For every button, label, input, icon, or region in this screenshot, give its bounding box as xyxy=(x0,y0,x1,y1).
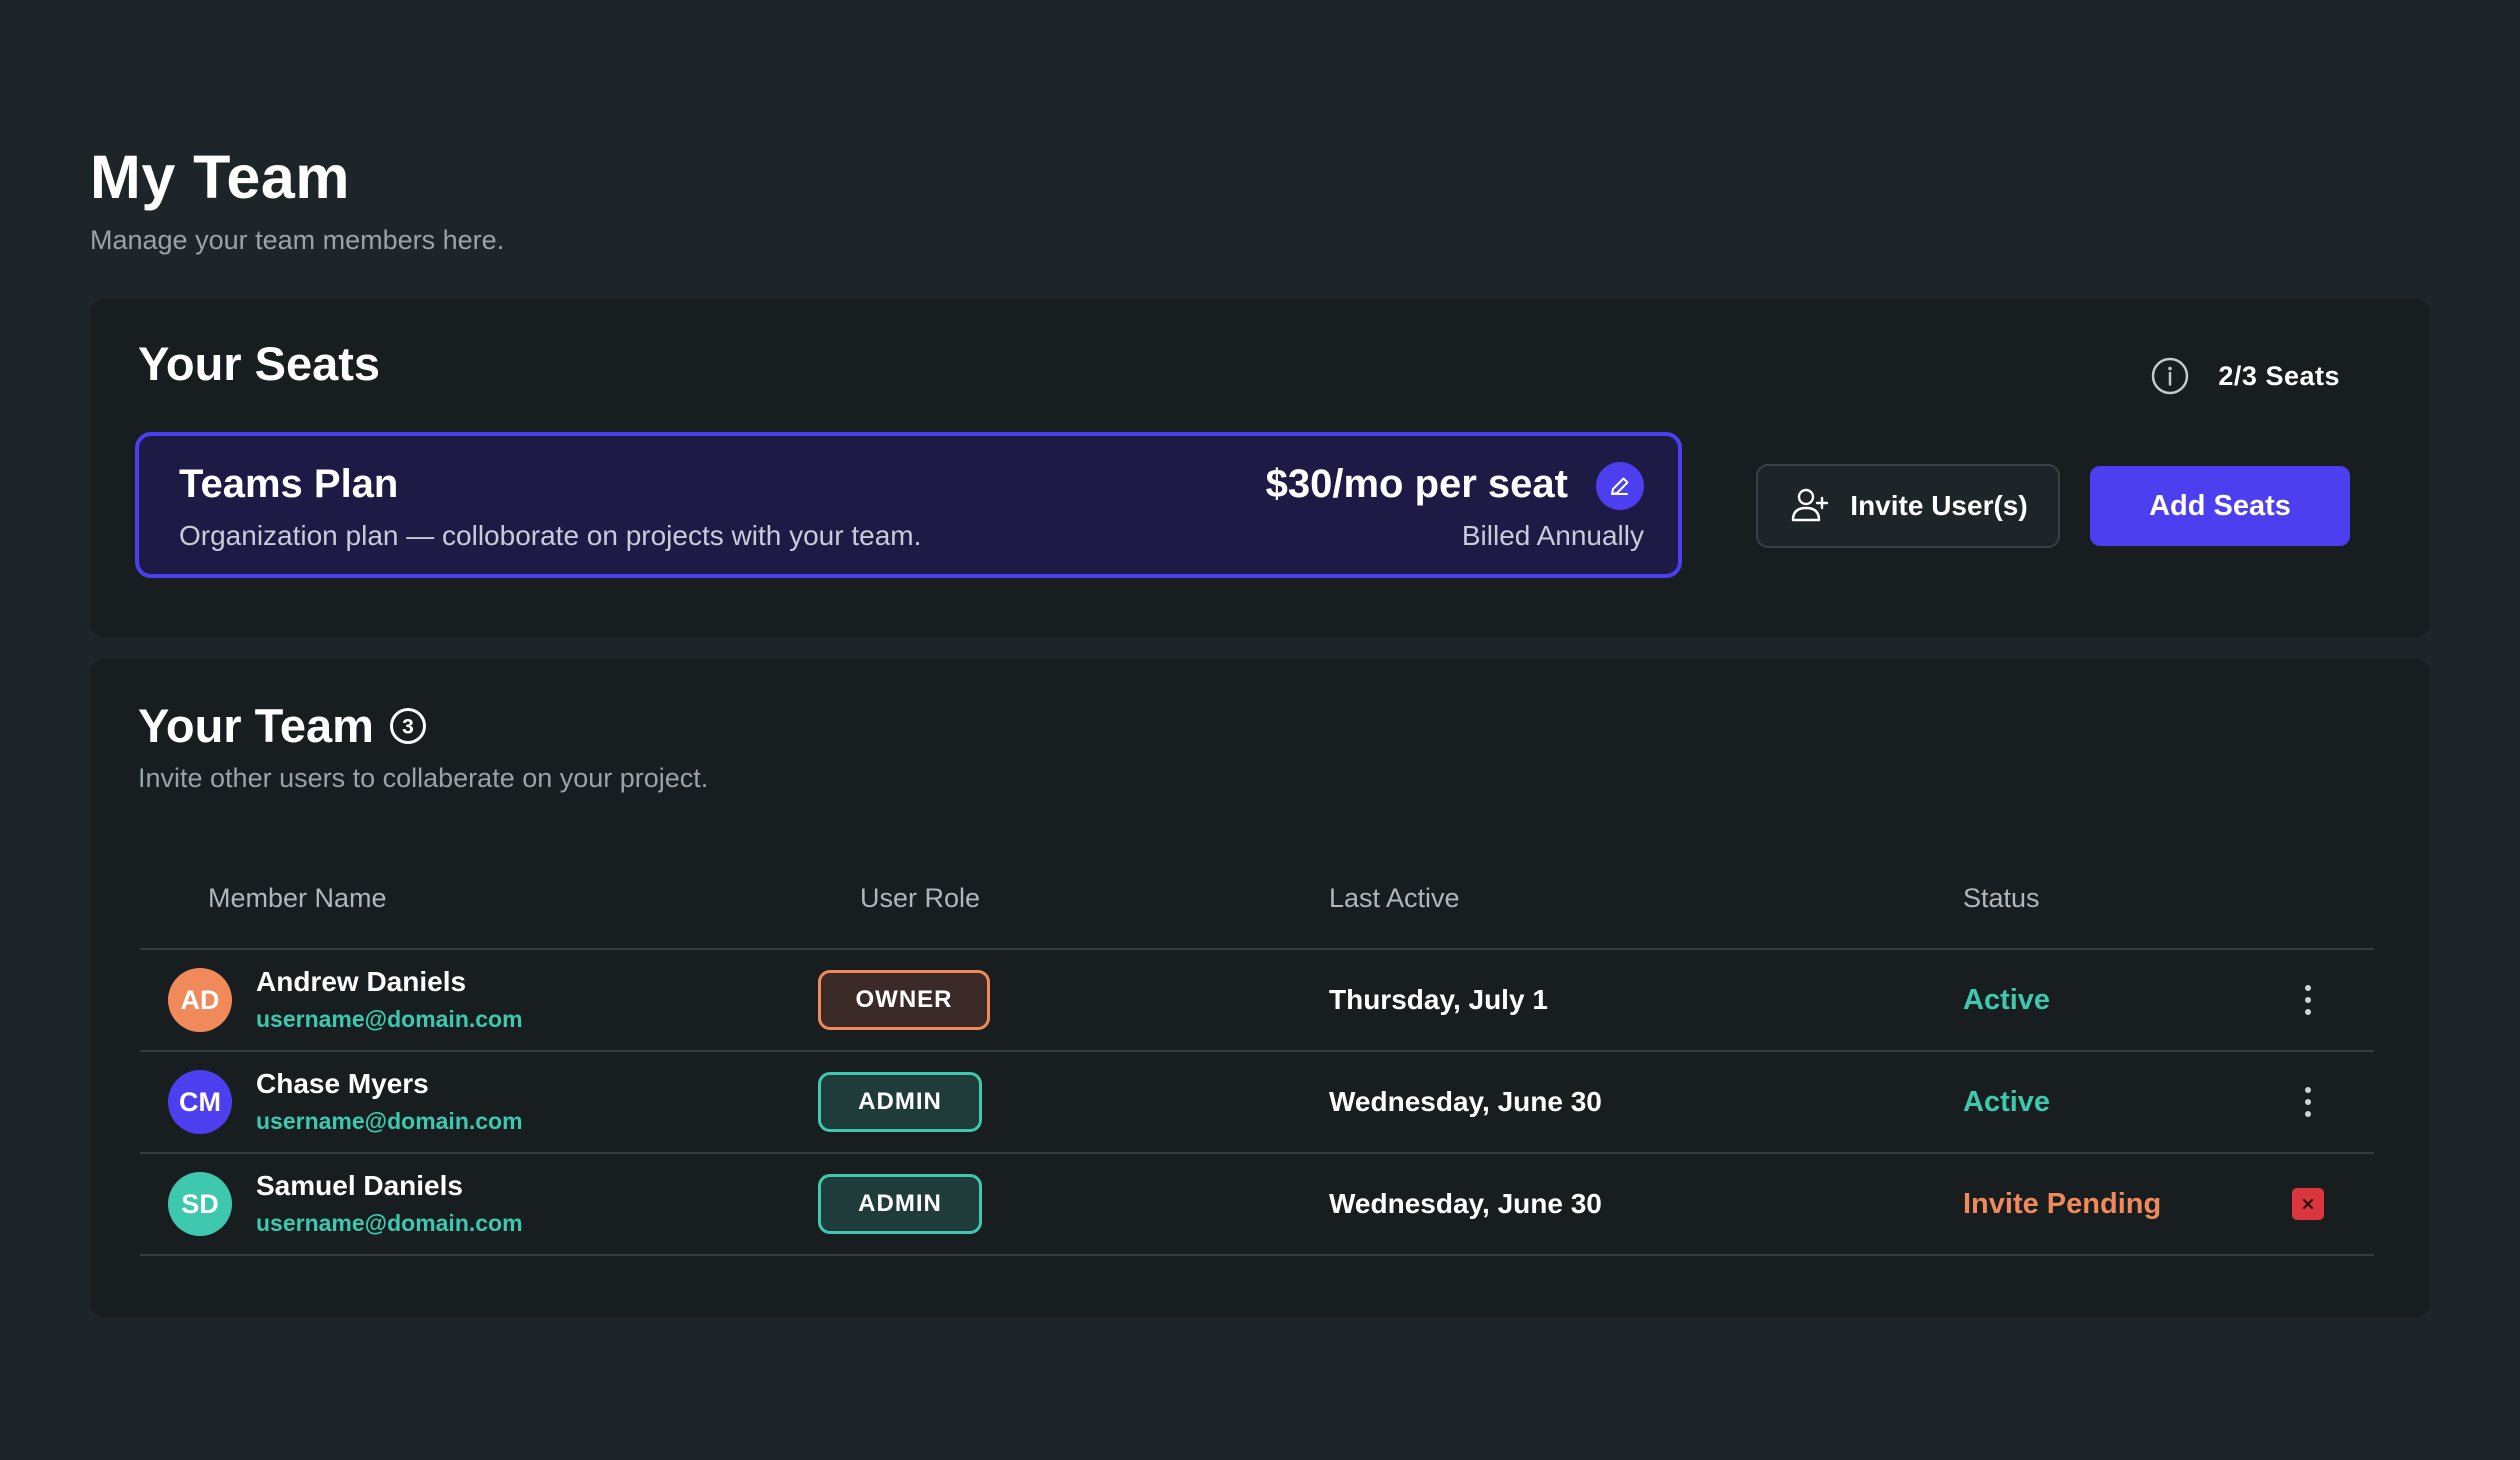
seat-count-label: 2/3 Seats xyxy=(2218,360,2340,391)
user-plus-icon xyxy=(1792,488,1829,522)
more-options-icon[interactable] xyxy=(2296,1082,2320,1122)
page: My Team Manage your team members here. Y… xyxy=(0,0,2520,1460)
team-title-row: Your Team 3 xyxy=(138,696,428,756)
avatar: AD xyxy=(168,968,232,1032)
team-title: Your Team xyxy=(138,699,374,752)
plan-price: $30/mo per seat xyxy=(1265,462,1568,506)
seats-panel: Your Seats 2/3 Seats Teams Plan Organiza… xyxy=(90,298,2430,638)
invite-users-label: Invite User(s) xyxy=(1850,490,2028,521)
pencil-icon xyxy=(1611,477,1629,495)
last-active: Wednesday, June 30 xyxy=(1329,1086,1602,1117)
role-badge: OWNER xyxy=(818,970,990,1030)
plan-name: Teams Plan xyxy=(179,462,399,506)
role-badge: ADMIN xyxy=(818,1072,982,1132)
circled-number-3-icon: 3 xyxy=(389,708,426,744)
plan-billing: Billed Annually xyxy=(1461,520,1644,551)
member-email: username@domain.com xyxy=(256,1108,523,1134)
team-table: Member Name User Role Last Active Status… xyxy=(140,848,2374,1256)
status-text: Active xyxy=(1963,1086,2051,1118)
member-email: username@domain.com xyxy=(256,1210,523,1236)
more-options-icon[interactable] xyxy=(2296,980,2320,1020)
page-subtitle: Manage your team members here. xyxy=(90,225,505,255)
team-subtitle: Invite other users to collaberate on you… xyxy=(138,763,709,793)
seat-count: 2/3 Seats xyxy=(2150,356,2340,396)
team-panel: Your Team 3 Invite other users to collab… xyxy=(90,658,2430,1318)
member-email: username@domain.com xyxy=(256,1006,523,1032)
member-name: Andrew Daniels xyxy=(256,966,467,997)
add-seats-button[interactable]: Add Seats xyxy=(2090,466,2350,546)
role-badge: ADMIN xyxy=(818,1174,982,1234)
avatar: SD xyxy=(168,1172,232,1236)
status-text: Active xyxy=(1963,984,2051,1016)
seats-title: Your Seats xyxy=(138,337,381,390)
member-name: Samuel Daniels xyxy=(256,1170,463,1201)
table-row: SD Samuel Daniels username@domain.com AD… xyxy=(140,1154,2374,1256)
status-text: Invite Pending xyxy=(1963,1188,2162,1220)
remove-invite-button[interactable] xyxy=(2292,1188,2324,1220)
member-name: Chase Myers xyxy=(256,1068,429,1099)
invite-users-button[interactable]: Invite User(s) xyxy=(1756,464,2060,548)
avatar: CM xyxy=(168,1070,232,1134)
table-header: Member Name User Role Last Active Status xyxy=(140,848,2374,950)
plan-description: Organization plan — colloborate on proje… xyxy=(179,520,922,551)
last-active: Wednesday, June 30 xyxy=(1329,1188,1602,1219)
column-user-role: User Role xyxy=(860,883,981,913)
table-row: AD Andrew Daniels username@domain.com OW… xyxy=(140,950,2374,1052)
column-status: Status xyxy=(1963,883,2040,913)
column-last-active: Last Active xyxy=(1329,883,1460,913)
column-member-name: Member Name xyxy=(208,883,387,913)
info-icon[interactable] xyxy=(2150,356,2190,396)
plan-card: Teams Plan Organization plan — collobora… xyxy=(135,432,1682,578)
page-title: My Team xyxy=(90,143,351,211)
svg-text:3: 3 xyxy=(402,716,414,739)
last-active: Thursday, July 1 xyxy=(1329,984,1548,1015)
edit-plan-button[interactable] xyxy=(1596,462,1644,510)
close-icon xyxy=(2302,1198,2314,1210)
table-row: CM Chase Myers username@domain.com ADMIN… xyxy=(140,1052,2374,1154)
